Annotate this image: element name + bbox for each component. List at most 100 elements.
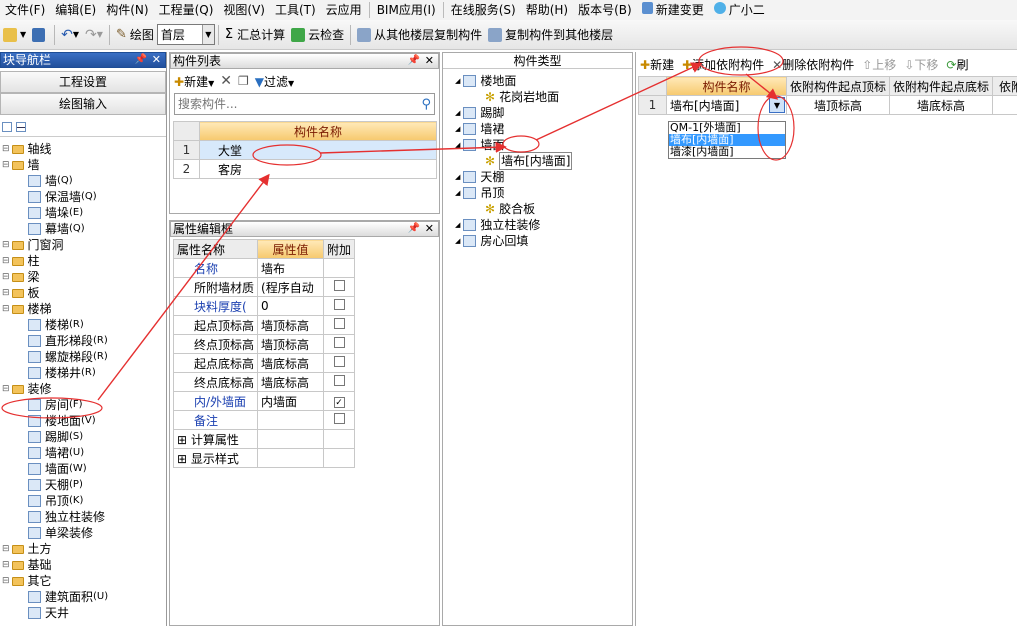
menu-cloud[interactable]: 云应用 [321, 0, 367, 20]
type-tree-item[interactable]: ◢ 墙裙 [453, 121, 632, 137]
property-value-cell[interactable]: 墙顶标高 [257, 315, 325, 335]
search-icon[interactable]: ⚲ [421, 97, 431, 112]
tree-item[interactable]: 楼地面 (V) [0, 413, 166, 429]
component-search-input[interactable] [178, 97, 398, 111]
type-tree-item[interactable]: ◢ 墙面 [453, 137, 632, 153]
tree-folder[interactable]: ⊟ 轴线 [0, 141, 166, 157]
type-tree-item[interactable]: ✻ 墙布[内墙面] [453, 152, 632, 170]
tree-item[interactable]: 墙裙 (U) [0, 445, 166, 461]
property-value-cell[interactable]: (程序自动 [257, 277, 325, 297]
expand-toggle-icon[interactable]: ◢ [455, 185, 460, 201]
property-row[interactable]: 块料厚度(0 [172, 296, 356, 316]
expand-toggle-icon[interactable]: ⊟ [2, 269, 10, 285]
component-name-cell[interactable]: 大堂 [199, 140, 437, 160]
tree-folder[interactable]: ⊟ 门窗洞 [0, 237, 166, 253]
tree-folder[interactable]: ⊟ 墙 [0, 157, 166, 173]
property-row[interactable]: 起点顶标高 墙顶标高 [172, 315, 356, 335]
component-name-cell[interactable]: 客房 [199, 159, 437, 179]
property-value-cell[interactable]: 0 [257, 296, 325, 316]
tree-folder[interactable]: ⊟ 装修 [0, 381, 166, 397]
property-row[interactable]: 名称 墙布 [172, 258, 356, 278]
move-up-button[interactable]: ⇧上移 [862, 56, 896, 73]
pin-icon[interactable]: 📌 [408, 54, 420, 68]
property-value-cell[interactable]: 墙底标高 [257, 353, 325, 373]
column-header-start-top[interactable]: 依附构件起点顶标 [785, 76, 891, 96]
sum-calc-button[interactable]: Σ 汇总计算 [222, 23, 288, 47]
undo-button[interactable]: ↶ ▼ [58, 23, 82, 47]
tree-folder[interactable]: ⊟ 土方 [0, 541, 166, 557]
expand-toggle-icon[interactable]: ⊟ [2, 285, 10, 301]
type-tree-item[interactable]: ◢ 吊顶 [453, 185, 632, 201]
type-tree-item[interactable]: ◢ 房心回填 [453, 233, 632, 249]
new-button[interactable]: ✚新建 [640, 56, 674, 73]
tree-folder[interactable]: ⊟ 梁 [0, 269, 166, 285]
component-search-box[interactable]: ⚲ [174, 93, 435, 115]
drawing-input-button[interactable]: 绘图输入 [0, 93, 166, 115]
tree-item[interactable]: 天井 [0, 605, 166, 621]
menu-file[interactable]: 文件(F) [0, 0, 50, 20]
property-row[interactable]: 备注 [172, 410, 356, 430]
type-tree-item[interactable]: ◢ 天棚 [453, 169, 632, 185]
delete-icon[interactable]: ✕ [220, 73, 232, 89]
menu-quantity[interactable]: 工程量(Q) [154, 0, 219, 20]
project-settings-button[interactable]: 工程设置 [0, 71, 166, 93]
open-button[interactable]: ▼ [0, 23, 29, 47]
expand-toggle-icon[interactable]: ◢ [455, 169, 460, 185]
save-button[interactable] [29, 23, 51, 47]
tree-item[interactable]: 房间 (F) [0, 397, 166, 413]
property-value-cell[interactable]: 内墙面 [257, 391, 325, 411]
menu-component[interactable]: 构件(N) [101, 0, 153, 20]
expand-toggle-icon[interactable]: ⊟ [2, 541, 10, 557]
menu-view[interactable]: 视图(V) [218, 0, 270, 20]
floor-select[interactable]: 首层 ▼ [156, 24, 215, 45]
tree-folder[interactable]: ⊟ 板 [0, 285, 166, 301]
chevron-down-icon[interactable]: ▼ [769, 97, 785, 113]
tree-folder[interactable]: ⊟ 柱 [0, 253, 166, 269]
type-tree-item[interactable]: ✻ 胶合板 [453, 201, 632, 217]
table-row[interactable]: 1 大堂 [173, 140, 437, 160]
tree-folder[interactable]: ⊟ 楼梯 [0, 301, 166, 317]
expand-toggle-icon[interactable]: ⊟ [2, 237, 10, 253]
attach-checkbox[interactable] [333, 356, 345, 367]
menu-online[interactable]: 在线服务(S) [446, 0, 521, 20]
refresh-button[interactable]: ⟳刷 [946, 56, 968, 73]
cloud-check-button[interactable]: 云检查 [288, 23, 347, 47]
type-tree-item[interactable]: ◢ 楼地面 [453, 73, 632, 89]
expand-toggle-icon[interactable]: ◢ [455, 73, 460, 89]
close-icon[interactable]: ✕ [425, 54, 434, 68]
property-value-cell[interactable]: 墙底标高 [257, 372, 325, 392]
expand-toggle-icon[interactable]: ⊟ [2, 381, 10, 397]
menu-bim[interactable]: BIM应用(I) [372, 0, 441, 20]
move-down-button[interactable]: ⇩下移 [904, 56, 938, 73]
tree-item[interactable]: 楼梯 (R) [0, 317, 166, 333]
start-bottom-cell[interactable]: 墙底标高 [889, 95, 994, 115]
tree-item[interactable]: 保温墙 (Q) [0, 189, 166, 205]
copy-to-floor-button[interactable]: 复制构件到其他楼层 [485, 23, 616, 47]
attach-checkbox[interactable] [333, 375, 345, 386]
expand-toggle-icon[interactable]: ◢ [455, 105, 460, 121]
collapse-all-icon[interactable] [16, 121, 26, 132]
tree-folder[interactable]: ⊟ 基础 [0, 557, 166, 573]
new-component-button[interactable]: ✚新建▼ [174, 73, 214, 90]
property-row[interactable]: 终点底标高 墙底标高 [172, 372, 356, 392]
more-cell[interactable] [992, 95, 1017, 115]
menu-tools[interactable]: 工具(T) [270, 0, 321, 20]
expand-toggle-icon[interactable]: ◢ [455, 233, 460, 249]
expand-toggle-icon[interactable]: ◢ [455, 217, 460, 233]
type-tree-item[interactable]: ✻ 花岗岩地面 [453, 89, 632, 105]
property-row[interactable]: 起点底标高 墙底标高 [172, 353, 356, 373]
property-row[interactable]: ⊞ 计算属性 [172, 429, 356, 449]
expand-toggle-icon[interactable]: ⊟ [2, 573, 10, 589]
filter-button[interactable]: ▼过滤▼ [255, 73, 294, 90]
tree-item[interactable]: 墙垛 (E) [0, 205, 166, 221]
chevron-down-icon[interactable]: ▼ [201, 25, 214, 44]
tree-item[interactable]: 墙 (Q) [0, 173, 166, 189]
attach-checkbox[interactable]: ✓ [333, 397, 345, 408]
dropdown-option[interactable]: 墙漆[内墙面] [669, 146, 785, 158]
tree-item[interactable]: 螺旋梯段 (R) [0, 349, 166, 365]
tree-item[interactable]: 吊顶 (K) [0, 493, 166, 509]
expand-toggle-icon[interactable]: ⊟ [2, 141, 10, 157]
property-value-cell[interactable] [257, 448, 325, 468]
expand-toggle-icon[interactable]: ◢ [455, 137, 460, 153]
delete-dependent-button[interactable]: ✕删除依附构件 [772, 56, 854, 73]
